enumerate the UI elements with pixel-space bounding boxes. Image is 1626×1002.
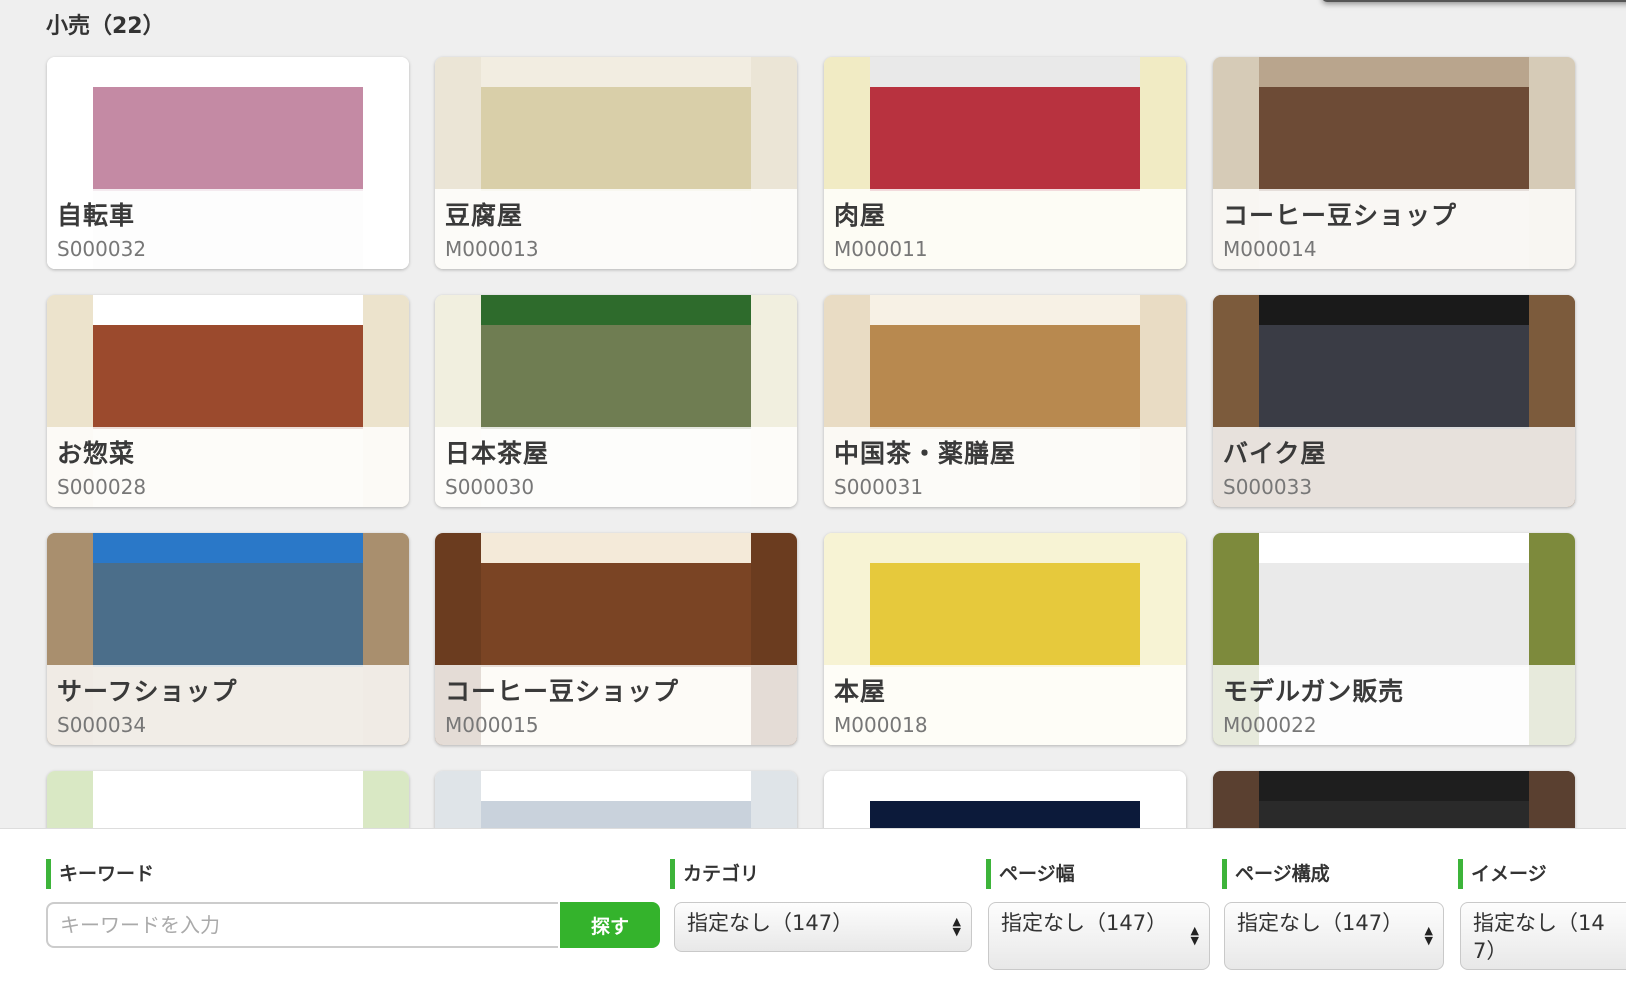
page-width-select[interactable]: 指定なし（147） ▲ ▼	[988, 902, 1210, 970]
card-code: S000031	[834, 475, 924, 499]
card-title: 日本茶屋	[445, 439, 550, 468]
thumbnail-header	[1259, 771, 1529, 801]
thumbnail-hero	[93, 87, 363, 191]
thumbnail-hero	[870, 563, 1140, 667]
thumbnail-hero	[1259, 325, 1529, 429]
card-title: お惣菜	[57, 439, 136, 468]
image-select[interactable]: 指定なし（147）	[1460, 902, 1626, 970]
card-title: コーヒー豆ショップ	[445, 677, 680, 706]
section-title: 小売（22）	[46, 14, 165, 39]
search-button[interactable]: 探す	[560, 902, 660, 948]
card-caption: モデルガン販売 M000022	[1213, 665, 1575, 745]
card-caption: お惣菜 S000028	[47, 427, 409, 507]
keyword-label: キーワード	[46, 859, 154, 889]
thumbnail-header	[93, 771, 363, 801]
page-width-label: ページ幅	[986, 859, 1075, 889]
thumbnail-hero	[93, 563, 363, 667]
image-label: イメージ	[1458, 859, 1547, 889]
page-structure-select[interactable]: 指定なし（147） ▲ ▼	[1224, 902, 1444, 970]
template-card[interactable]: コーヒー豆ショップ M000015	[435, 533, 797, 745]
card-code: S000028	[57, 475, 147, 499]
card-caption: 本屋 M000018	[824, 665, 1186, 745]
thumbnail-header	[481, 771, 751, 801]
card-code: M000022	[1223, 713, 1317, 737]
thumbnail-hero	[481, 325, 751, 429]
updown-arrows-icon: ▲ ▼	[1424, 924, 1433, 947]
page-width-select-value: 指定なし（147）	[1001, 911, 1168, 935]
template-card[interactable]: 中国茶・薬膳屋 S000031	[824, 295, 1186, 507]
card-title: 中国茶・薬膳屋	[834, 439, 1017, 468]
thumbnail-hero	[1259, 87, 1529, 191]
card-title: バイク屋	[1223, 439, 1327, 468]
thumbnail-header	[1259, 295, 1529, 325]
card-caption: 日本茶屋 S000030	[435, 427, 797, 507]
thumbnail-hero	[481, 563, 751, 667]
template-card[interactable]: 日本茶屋 S000030	[435, 295, 797, 507]
template-grid: 自転車 S000032 豆腐屋 M000013 肉屋 M000011 コーヒー豆ショップ M0…	[47, 57, 1577, 983]
image-select-value: 指定なし（147）	[1473, 911, 1605, 963]
card-code: S000030	[445, 475, 535, 499]
card-caption: サーフショップ S000034	[47, 665, 409, 745]
template-card[interactable]: モデルガン販売 M000022	[1213, 533, 1575, 745]
card-title: 自転車	[57, 201, 136, 230]
thumbnail-hero	[93, 325, 363, 429]
thumbnail-header	[870, 295, 1140, 325]
card-title: モデルガン販売	[1223, 677, 1405, 706]
card-title: コーヒー豆ショップ	[1223, 201, 1458, 230]
card-caption: コーヒー豆ショップ M000014	[1213, 189, 1575, 269]
thumbnail-header	[870, 771, 1140, 801]
card-caption: コーヒー豆ショップ M000015	[435, 665, 797, 745]
template-card[interactable]: 肉屋 M000011	[824, 57, 1186, 269]
thumbnail-header	[93, 57, 363, 87]
card-code: M000018	[834, 713, 928, 737]
category-select-value: 指定なし（147）	[687, 911, 854, 935]
card-title: 豆腐屋	[445, 201, 524, 230]
card-code: S000034	[57, 713, 147, 737]
thumbnail-hero	[1259, 563, 1529, 667]
overlay-edge	[1322, 0, 1626, 2]
thumbnail-header	[93, 533, 363, 563]
category-select[interactable]: 指定なし（147） ▲ ▼	[674, 902, 972, 952]
card-code: M000014	[1223, 237, 1317, 261]
page-structure-select-value: 指定なし（147）	[1237, 911, 1404, 935]
page-structure-label: ページ構成	[1222, 859, 1330, 889]
thumbnail-hero	[481, 87, 751, 191]
template-card[interactable]: 豆腐屋 M000013	[435, 57, 797, 269]
keyword-input[interactable]	[46, 902, 558, 948]
card-code: S000033	[1223, 475, 1313, 499]
card-code: S000032	[57, 237, 147, 261]
thumbnail-header	[481, 295, 751, 325]
template-card[interactable]: お惣菜 S000028	[47, 295, 409, 507]
updown-arrows-icon: ▲ ▼	[1190, 924, 1199, 947]
card-caption: 肉屋 M000011	[824, 189, 1186, 269]
thumbnail-header	[870, 57, 1140, 87]
thumbnail-hero	[870, 87, 1140, 191]
template-card[interactable]: バイク屋 S000033	[1213, 295, 1575, 507]
card-caption: バイク屋 S000033	[1213, 427, 1575, 507]
card-code: M000013	[445, 237, 539, 261]
template-card[interactable]: 本屋 M000018	[824, 533, 1186, 745]
thumbnail-hero	[870, 325, 1140, 429]
thumbnail-header	[1259, 533, 1529, 563]
filter-bar: キーワード 探す カテゴリ 指定なし（147） ▲▼ ページ幅 指定なし（147…	[0, 828, 1626, 1002]
template-card[interactable]: 自転車 S000032	[47, 57, 409, 269]
card-code: M000011	[834, 237, 928, 261]
card-caption: 自転車 S000032	[47, 189, 409, 269]
card-caption: 中国茶・薬膳屋 S000031	[824, 427, 1186, 507]
thumbnail-header	[481, 57, 751, 87]
card-title: 本屋	[834, 677, 887, 706]
card-title: サーフショップ	[57, 677, 238, 706]
updown-arrows-icon: ▲ ▼	[952, 915, 961, 938]
thumbnail-header	[870, 533, 1140, 563]
template-card[interactable]: サーフショップ S000034	[47, 533, 409, 745]
card-caption: 豆腐屋 M000013	[435, 189, 797, 269]
thumbnail-header	[93, 295, 363, 325]
category-label: カテゴリ	[670, 859, 759, 889]
thumbnail-header	[1259, 57, 1529, 87]
thumbnail-header	[481, 533, 751, 563]
card-title: 肉屋	[834, 201, 887, 230]
template-card[interactable]: コーヒー豆ショップ M000014	[1213, 57, 1575, 269]
card-code: M000015	[445, 713, 539, 737]
